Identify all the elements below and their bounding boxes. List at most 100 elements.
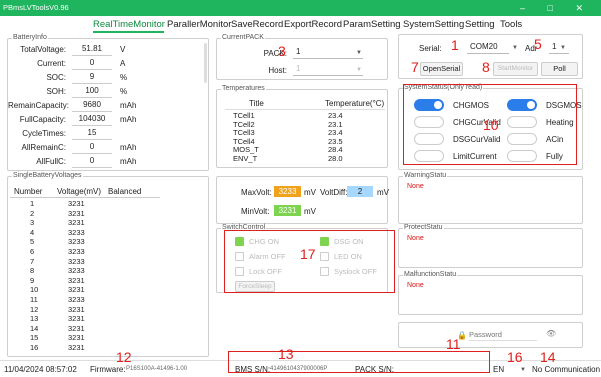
cell-number: 5 <box>30 237 35 247</box>
battery-info-label: RemainCapacity: <box>8 101 69 110</box>
password-panel: 🔒 👁 <box>398 322 583 348</box>
tab-setting[interactable]: Setting <box>465 19 495 30</box>
battery-info-value: 9 <box>72 72 112 84</box>
cell-voltage: 3231 <box>68 208 85 218</box>
cell-voltage: 3233 <box>68 227 85 237</box>
tab-param-setting[interactable]: ParamSetting <box>343 19 401 30</box>
max-volt-value: 3233 <box>274 186 301 197</box>
chevron-down-icon: ▼ <box>356 67 362 73</box>
annotation-11: 11 <box>446 336 461 352</box>
cell-voltage: 3231 <box>68 314 85 324</box>
protect-panel: ProtectStatu None <box>398 224 583 268</box>
battery-info-label: SOH: <box>46 87 66 96</box>
language-select[interactable]: EN <box>493 365 504 374</box>
battery-info-label: AllRemainC: <box>21 143 66 152</box>
volt-diff-value: 2 <box>347 186 373 197</box>
cell-number: 1 <box>30 199 35 208</box>
protect-value: None <box>407 235 424 242</box>
cell-voltage: 3233 <box>68 237 85 247</box>
col-balanced: Balanced <box>108 187 142 196</box>
temperatures-header: Title Temperature(°C) <box>225 97 385 110</box>
chevron-down-icon: ▼ <box>560 45 566 51</box>
serial-port-select[interactable]: COM20 <box>467 42 509 54</box>
cell-number: 15 <box>30 333 39 343</box>
cell-voltage: 3233 <box>68 256 85 266</box>
tab-realtime-monitor[interactable]: RealTimeMonitor <box>93 19 165 30</box>
cell-number: 9 <box>30 275 35 285</box>
cell-number: 4 <box>30 227 35 237</box>
battery-info-unit: V <box>120 45 126 54</box>
addr-select[interactable]: 1 <box>549 42 569 54</box>
password-input[interactable] <box>469 329 537 341</box>
cell-number: 8 <box>30 266 35 276</box>
single-voltages-title: SingleBatteryVoltages <box>12 172 83 179</box>
window-controls[interactable]: – □ ✕ <box>520 0 593 16</box>
cell-number: 16 <box>30 343 39 352</box>
annotation-7: 7 <box>411 59 419 75</box>
active-tab-underline <box>93 31 164 33</box>
tab-paraller-monitor[interactable]: ParallerMonitor <box>167 19 231 30</box>
tab-save-record[interactable]: SaveRecord <box>231 19 283 30</box>
battery-info-value: 0 <box>72 156 112 168</box>
battery-info-unit: A <box>120 59 126 68</box>
cell-voltage: 3231 <box>68 285 85 295</box>
volt-summary-panel: MaxVolt: 3233 mV VoltDiff: 2 mV MinVolt:… <box>216 176 389 224</box>
current-pack-panel: CurrentPACK PACK: 1 ▼ Host: 1 ▼ <box>216 34 388 80</box>
tab-system-setting[interactable]: SystemSetting <box>403 19 464 30</box>
chevron-down-icon: ▼ <box>356 50 362 56</box>
annotation-13: 13 <box>278 346 294 362</box>
battery-info-unit: % <box>120 87 128 96</box>
voltages-header: Number Voltage(mV) Balanced <box>10 186 160 198</box>
warning-panel: WarningStatu None <box>398 172 583 224</box>
firmware-value: P16S100A-41496-1.00 <box>126 366 188 372</box>
cell-voltage: 3231 <box>68 275 85 285</box>
host-select[interactable]: 1 <box>293 64 363 76</box>
battery-info-unit: % <box>120 73 128 82</box>
warning-title: WarningStatu <box>403 172 448 179</box>
cell-voltage: 3233 <box>68 247 85 256</box>
volt-diff-label: VoltDiff: <box>320 188 348 197</box>
tab-export-record[interactable]: ExportRecord <box>284 19 342 30</box>
annotation-8: 8 <box>482 59 490 75</box>
open-serial-button[interactable]: OpenSerial <box>420 62 463 76</box>
cell-voltage: 3231 <box>68 304 85 314</box>
start-monitor-button[interactable]: StartMonitor <box>493 62 538 76</box>
battery-info-scrollbar[interactable] <box>204 43 207 83</box>
temperature-value: 28.0 <box>328 153 343 163</box>
chevron-down-icon: ▼ <box>520 367 526 373</box>
cell-number: 11 <box>30 295 38 304</box>
temperatures-title: Temperatures <box>221 85 266 92</box>
battery-info-value: 104030 <box>72 114 112 126</box>
battery-info-label: Current: <box>37 59 66 68</box>
menu-bar: RealTimeMonitor ParallerMonitor SaveReco… <box>0 16 601 32</box>
temp-col-temperature: Temperature(°C) <box>325 99 385 108</box>
annotation-1: 1 <box>451 37 459 53</box>
annotation-12: 12 <box>116 349 132 365</box>
tab-tools[interactable]: Tools <box>500 19 522 30</box>
battery-info-value: 15 <box>72 128 112 140</box>
single-voltages-panel: SingleBatteryVoltages Number Voltage(mV)… <box>7 172 209 357</box>
battery-info-label: SOC: <box>46 73 66 82</box>
annotation-5: 5 <box>534 36 542 52</box>
battery-info-label: FullCapacity: <box>19 115 66 124</box>
communication-status: No Communication <box>532 365 601 374</box>
eye-icon[interactable]: 👁 <box>546 329 556 338</box>
max-volt-label: MaxVolt: <box>241 188 272 197</box>
battery-info-value: 9680 <box>72 100 112 112</box>
serial-label: Serial: <box>419 44 442 53</box>
protect-title: ProtectStatu <box>403 224 444 231</box>
poll-button[interactable]: Poll <box>541 62 578 76</box>
current-pack-title: CurrentPACK <box>221 34 265 41</box>
battery-info-unit: mAh <box>120 157 137 166</box>
malfunction-value: None <box>407 282 424 289</box>
temp-col-title: Title <box>249 99 264 108</box>
min-volt-value: 3231 <box>274 205 301 216</box>
min-volt-unit: mV <box>304 207 316 216</box>
min-volt-label: MinVolt: <box>241 207 270 216</box>
pack-select[interactable]: 1 <box>293 47 363 59</box>
cell-voltage: 3233 <box>68 295 85 304</box>
warning-value: None <box>407 183 424 190</box>
cell-voltage: 3231 <box>68 218 85 228</box>
annotation-16: 16 <box>507 349 523 365</box>
annotation-3: 3 <box>278 43 286 59</box>
